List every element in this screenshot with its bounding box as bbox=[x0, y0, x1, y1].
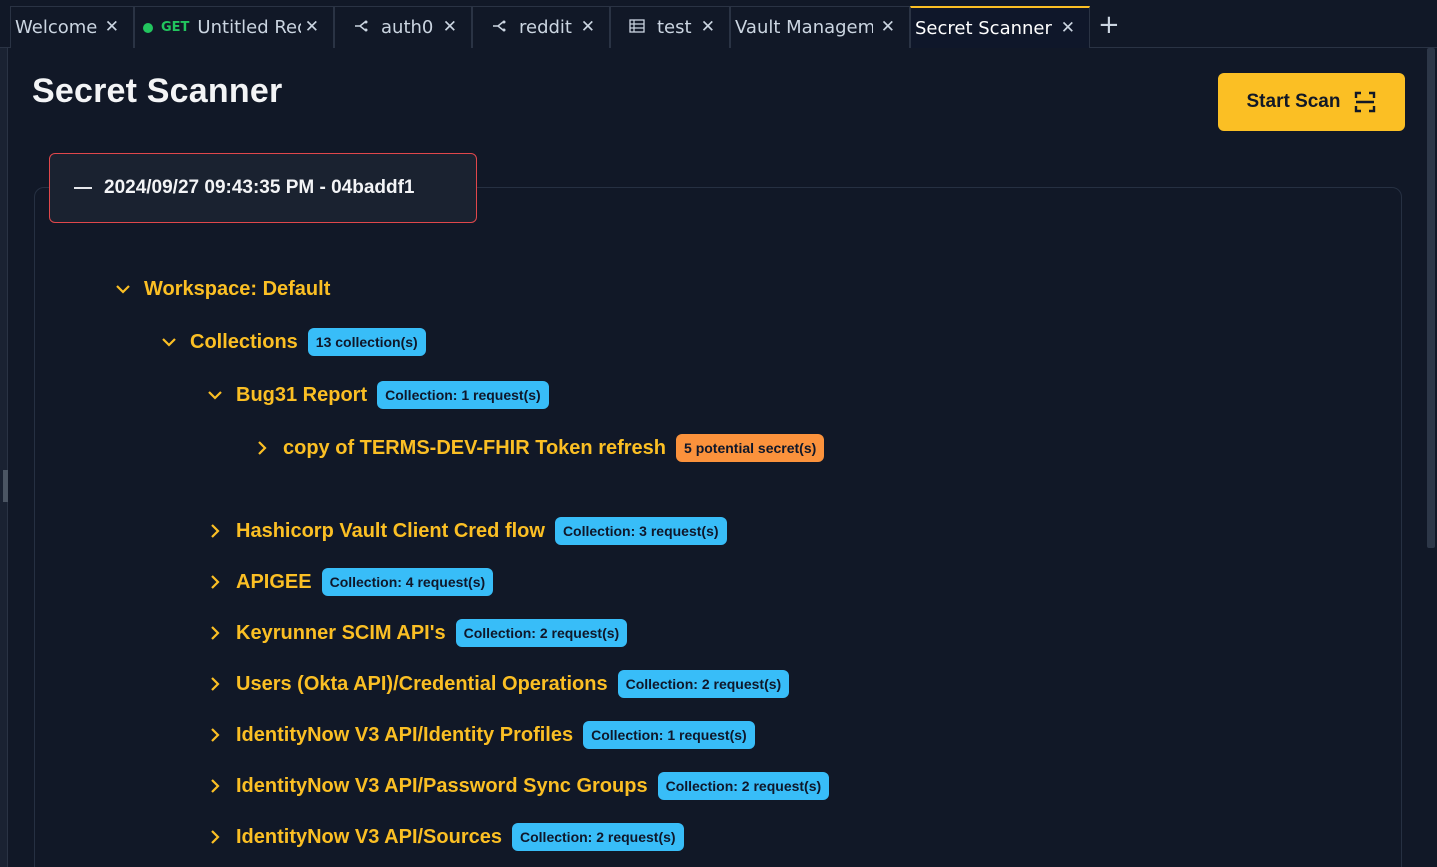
tree-collection-bug31-report[interactable]: Bug31 Report Collection: 1 request(s) bbox=[206, 378, 549, 412]
chevron-right-icon bbox=[206, 522, 224, 540]
tab-secret-scanner[interactable]: Secret Scanner ✕ bbox=[910, 6, 1090, 48]
workspace-label: Workspace: Default bbox=[144, 277, 331, 300]
scan-timestamp-id: 2024/09/27 09:43:35 PM - 04baddf1 bbox=[104, 177, 415, 198]
tab-label: Vault Managem bbox=[735, 17, 873, 38]
collection-name: APIGEE bbox=[236, 570, 312, 593]
tab-bar: Welcome ✕ GET Untitled Req ✕ auth0 ✕ red… bbox=[0, 0, 1437, 48]
tree-collection[interactable]: IdentityNow V3 API/Sources Collection: 2… bbox=[206, 820, 684, 854]
collection-request-count-badge: Collection: 2 request(s) bbox=[512, 823, 684, 851]
chevron-right-icon bbox=[253, 439, 271, 457]
tab-label: Secret Scanner bbox=[915, 17, 1052, 39]
tree-collection[interactable]: Users (Okta API)/Credential Operations C… bbox=[206, 667, 790, 701]
flow-icon bbox=[353, 18, 369, 38]
chevron-right-icon bbox=[206, 573, 224, 591]
scan-icon bbox=[1354, 91, 1376, 113]
close-icon[interactable]: ✕ bbox=[881, 17, 895, 37]
tree-collection[interactable]: Keyrunner SCIM API's Collection: 2 reque… bbox=[206, 616, 628, 650]
close-icon[interactable]: ✕ bbox=[701, 17, 715, 37]
collection-name: Keyrunner SCIM API's bbox=[236, 621, 446, 644]
request-name: copy of TERMS-DEV-FHIR Token refresh bbox=[283, 436, 667, 459]
collection-request-count-badge: Collection: 1 request(s) bbox=[583, 721, 755, 749]
collection-name: Bug31 Report bbox=[236, 383, 368, 406]
tab-test[interactable]: test ✕ bbox=[610, 6, 730, 48]
tree-workspace[interactable]: Workspace: Default bbox=[114, 272, 330, 306]
chevron-right-icon bbox=[206, 675, 224, 693]
tree-collection[interactable]: APIGEE Collection: 4 request(s) bbox=[206, 565, 494, 599]
tree-request[interactable]: copy of TERMS-DEV-FHIR Token refresh 5 p… bbox=[253, 431, 825, 465]
left-sidebar-edge bbox=[0, 48, 8, 867]
tree-collection[interactable]: IdentityNow V3 API/Password Sync Groups … bbox=[206, 769, 830, 803]
http-method-label: GET bbox=[161, 20, 190, 35]
status-dot-icon bbox=[143, 22, 153, 33]
chevron-right-icon bbox=[206, 726, 224, 744]
tab-label: test bbox=[657, 17, 692, 38]
tab-label: auth0 bbox=[381, 17, 434, 38]
sidebar-resize-handle[interactable] bbox=[3, 470, 8, 502]
collections-label: Collections bbox=[190, 330, 298, 353]
tree-collection[interactable]: IdentityNow V3 API/Identity Profiles Col… bbox=[206, 718, 755, 752]
collection-name: Hashicorp Vault Client Cred flow bbox=[236, 519, 545, 542]
close-icon[interactable]: ✕ bbox=[305, 17, 319, 37]
collection-name: Users (Okta API)/Credential Operations bbox=[236, 672, 608, 695]
tab-untitled-request[interactable]: GET Untitled Req ✕ bbox=[134, 6, 334, 48]
page-title: Secret Scanner bbox=[32, 72, 283, 110]
tab-reddit[interactable]: reddit ✕ bbox=[472, 6, 610, 48]
tab-label: Welcome bbox=[15, 17, 98, 38]
chevron-down-icon bbox=[206, 386, 224, 404]
close-icon[interactable]: ✕ bbox=[105, 17, 119, 37]
tab-vault-management[interactable]: Vault Managem ✕ bbox=[730, 6, 910, 48]
collection-name: IdentityNow V3 API/Password Sync Groups bbox=[236, 774, 648, 797]
chevron-right-icon bbox=[206, 828, 224, 846]
collection-request-count-badge: Collection: 4 request(s) bbox=[321, 568, 494, 596]
vertical-scrollbar[interactable] bbox=[1427, 48, 1435, 548]
collection-name: IdentityNow V3 API/Sources bbox=[236, 825, 502, 848]
start-scan-button[interactable]: Start Scan bbox=[1218, 73, 1405, 131]
collection-request-count-badge: Collection: 2 request(s) bbox=[455, 619, 628, 647]
collection-request-count-badge: Collection: 2 request(s) bbox=[657, 772, 830, 800]
flow-icon bbox=[491, 18, 507, 38]
tab-label: reddit bbox=[519, 17, 572, 38]
tree-collection[interactable]: Hashicorp Vault Client Cred flow Collect… bbox=[206, 514, 727, 548]
chevron-down-icon bbox=[114, 280, 132, 298]
start-scan-label: Start Scan bbox=[1246, 91, 1341, 112]
tab-welcome[interactable]: Welcome ✕ bbox=[10, 6, 134, 48]
close-icon[interactable]: ✕ bbox=[443, 17, 457, 37]
close-icon[interactable]: ✕ bbox=[581, 17, 595, 37]
collapse-icon bbox=[74, 187, 92, 189]
scan-result-header[interactable]: 2024/09/27 09:43:35 PM - 04baddf1 bbox=[49, 153, 477, 223]
chevron-down-icon bbox=[160, 333, 178, 351]
secrets-count-badge: 5 potential secret(s) bbox=[676, 434, 825, 462]
add-tab-icon[interactable]: + bbox=[1098, 10, 1120, 40]
table-icon bbox=[629, 18, 645, 37]
chevron-right-icon bbox=[206, 624, 224, 642]
tree-collections[interactable]: Collections 13 collection(s) bbox=[160, 325, 426, 359]
close-icon[interactable]: ✕ bbox=[1061, 18, 1075, 38]
collection-request-count-badge: Collection: 3 request(s) bbox=[554, 517, 727, 545]
collection-request-count-badge: Collection: 1 request(s) bbox=[377, 381, 549, 409]
collection-request-count-badge: Collection: 2 request(s) bbox=[617, 670, 790, 698]
tab-label: Untitled Req bbox=[197, 17, 302, 38]
chevron-right-icon bbox=[206, 777, 224, 795]
tab-auth0[interactable]: auth0 ✕ bbox=[334, 6, 472, 48]
collections-count-badge: 13 collection(s) bbox=[307, 328, 426, 356]
collection-name: IdentityNow V3 API/Identity Profiles bbox=[236, 723, 574, 746]
